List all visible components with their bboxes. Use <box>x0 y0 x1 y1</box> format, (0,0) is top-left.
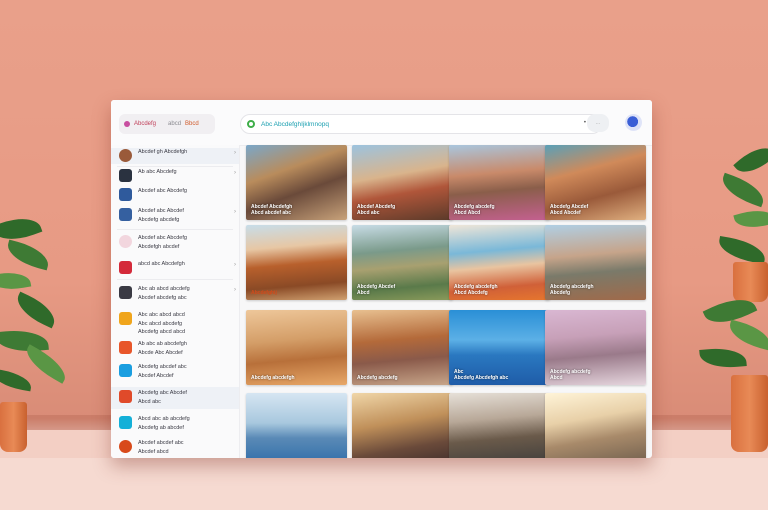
photo-placeholder <box>246 393 347 458</box>
sidebar-item[interactable]: Abcdefg abcdef abc Abcdef Abcdef <box>111 363 239 383</box>
gallery-tile[interactable] <box>545 393 646 458</box>
tab-1[interactable]: Abcdefg <box>134 121 156 127</box>
sidebar-item[interactable]: Abc ab abcd abcdefg Abcdef abcdefg abc › <box>111 285 239 305</box>
tile-caption: Abcdefghij <box>251 290 277 296</box>
tile-caption: Abcdef Abcdefg Abcd abc <box>357 204 396 216</box>
item-icon <box>119 341 132 354</box>
sidebar-item[interactable]: abcd abc Abcdefgh › <box>111 260 239 276</box>
photo-placeholder <box>449 393 550 458</box>
gallery-tile[interactable]: Abc Abcdefg Abcdefgh abc <box>449 310 550 385</box>
gallery-tile[interactable]: Abcdefg abcdefgh <box>246 310 347 385</box>
sidebar-item-label: Abcdefg abcdef abc Abcdef Abcdef <box>138 364 187 379</box>
sidebar-item[interactable]: Ab abc Abcdefg › <box>111 168 239 184</box>
sidebar-item-label: Abcdef abc Abcdef Abcdefg abcdefg <box>138 208 184 223</box>
sidebar-item[interactable]: Abc abc abcd abcd Abc abcd abcdefg Abcde… <box>111 311 239 338</box>
item-icon <box>119 416 132 429</box>
search-icon <box>247 120 255 128</box>
sidebar: Abcdef gh Abcdefgh › Ab abc Abcdefg › Ab… <box>111 145 240 458</box>
item-icon <box>119 169 132 182</box>
gallery-tile[interactable] <box>449 393 550 458</box>
chevron-right-icon: › <box>234 262 236 268</box>
avatar[interactable] <box>625 114 642 131</box>
floor <box>0 458 768 510</box>
gallery-tile[interactable]: Abcdef Abcdefg Abcd abc <box>352 145 453 220</box>
tab-2[interactable]: abcd <box>168 121 181 127</box>
divider <box>117 279 233 280</box>
sidebar-item-label: Abcd abc ab abcdefg Abcdefg ab abcdef <box>138 416 190 431</box>
divider <box>117 229 233 230</box>
sidebar-item-label: Ab abc ab abcdefgh Abcde Abc Abcdef <box>138 341 187 356</box>
chevron-right-icon: › <box>234 209 236 215</box>
tile-caption: Abc Abcdefg Abcdefgh abc <box>454 369 509 381</box>
sidebar-item-label: abcd abc Abcdefgh <box>138 261 185 267</box>
gallery-tile[interactable]: Abcdefg abcdefg Abcd Abcd <box>449 145 550 220</box>
sidebar-item[interactable]: Ab abc ab abcdefgh Abcde Abc Abcdef <box>111 340 239 360</box>
gallery-tile[interactable]: Abcdefg abcdefg Abcd <box>545 310 646 385</box>
sidebar-item-label: Abcdef abcdef abc Abcdef abcd <box>138 440 184 455</box>
tab-dot-icon <box>124 121 130 127</box>
photo-placeholder <box>352 310 453 385</box>
gallery-tile[interactable] <box>246 393 347 458</box>
tile-caption: Abcdefg abcdefg Abcd <box>550 369 591 381</box>
tile-caption: Abcdef Abcdefgh Abcd abcdef abc <box>251 204 293 216</box>
gallery-tile[interactable]: Abcdefg Abcdef Abcd <box>352 225 453 300</box>
sidebar-item[interactable]: Abcd abc ab abcdefg Abcdefg ab abcdef <box>111 415 239 435</box>
search-input[interactable] <box>261 120 521 128</box>
gallery-tile[interactable] <box>352 393 453 458</box>
image-grid: Abcdef Abcdefgh Abcd abcdef abc Abcdef A… <box>246 145 646 458</box>
chevron-right-icon: › <box>234 170 236 176</box>
gallery-tile[interactable]: Abcdefg abcdefgh Abcdefg <box>545 225 646 300</box>
sidebar-item[interactable]: Abcdef abc Abcdefg Abcdefgh abcdef <box>111 234 239 254</box>
tile-caption: Abcdefg abcdefg <box>357 375 398 381</box>
photo-placeholder <box>352 393 453 458</box>
tile-caption: Abcdefg Abcdef Abcd <box>357 284 396 296</box>
item-icon <box>119 235 132 248</box>
sidebar-item[interactable]: Abcdefg abc Abcdef Abcd abc <box>111 387 239 409</box>
tile-caption: Abcdefg abcdefgh Abcd Abcdefg <box>454 284 498 296</box>
gallery-tile[interactable]: Abcdefg abcdefg <box>352 310 453 385</box>
gallery-tile[interactable]: Abcdefg abcdefgh Abcd Abcdefg <box>449 225 550 300</box>
item-icon <box>119 286 132 299</box>
sidebar-item[interactable]: Abcdef abc Abcdefg <box>111 187 239 203</box>
chevron-right-icon: › <box>234 150 236 156</box>
item-icon <box>119 312 132 325</box>
item-icon <box>119 188 132 201</box>
browser-window: Abcdefg abcd Bbcd • 4 ... Abcdef gh Abcd… <box>111 100 652 458</box>
item-icon <box>119 261 132 274</box>
search-bar[interactable]: • 4 <box>240 114 602 134</box>
photo-placeholder <box>246 225 347 300</box>
tab-3[interactable]: Bbcd <box>185 121 199 127</box>
sidebar-item-label: Abcdef abc Abcdefg <box>138 188 187 194</box>
photo-placeholder <box>545 393 646 458</box>
gallery-tile[interactable]: Abcdefghij <box>246 225 347 300</box>
menu-pill[interactable]: ... <box>587 114 609 132</box>
sidebar-item[interactable]: Abcdef gh Abcdefgh › <box>111 148 239 164</box>
item-icon <box>119 390 132 403</box>
gallery-tile[interactable]: Abcdef Abcdefgh Abcd abcdef abc <box>246 145 347 220</box>
chevron-right-icon: › <box>234 287 236 293</box>
sidebar-item[interactable]: Abcdef abc Abcdef Abcdefg abcdefg › <box>111 207 239 227</box>
top-bar: Abcdefg abcd Bbcd • 4 ... <box>111 100 652 146</box>
tile-caption: Abcdefg abcdefg Abcd Abcd <box>454 204 495 216</box>
tile-caption: Abcdefg Abcdef Abcd Abcdef <box>550 204 589 216</box>
tile-caption: Abcdefg abcdefgh Abcdefg <box>550 284 594 296</box>
photo-placeholder <box>246 310 347 385</box>
sidebar-item-label: Ab abc Abcdefg <box>138 169 177 175</box>
sidebar-item-label: Abcdef abc Abcdefg Abcdefgh abcdef <box>138 235 187 250</box>
gallery-tile[interactable]: Abcdefg Abcdef Abcd Abcdef <box>545 145 646 220</box>
item-icon <box>119 208 132 221</box>
item-icon <box>119 364 132 377</box>
sidebar-item-label: Abc ab abcd abcdefg Abcdef abcdefg abc <box>138 286 190 301</box>
tab-chips: Abcdefg abcd Bbcd <box>119 114 215 134</box>
item-icon <box>119 440 132 453</box>
sidebar-item[interactable]: Abcdef abcdef abc Abcdef abcd <box>111 439 239 458</box>
sidebar-item-label: Abc abc abcd abcd Abc abcd abcdefg Abcde… <box>138 312 186 335</box>
tile-caption: Abcdefg abcdefgh <box>251 375 295 381</box>
divider <box>117 166 233 167</box>
item-icon <box>119 149 132 162</box>
sidebar-item-label: Abcdefg abc Abcdef Abcd abc <box>138 390 187 405</box>
sidebar-item-label: Abcdef gh Abcdefgh <box>138 149 188 155</box>
